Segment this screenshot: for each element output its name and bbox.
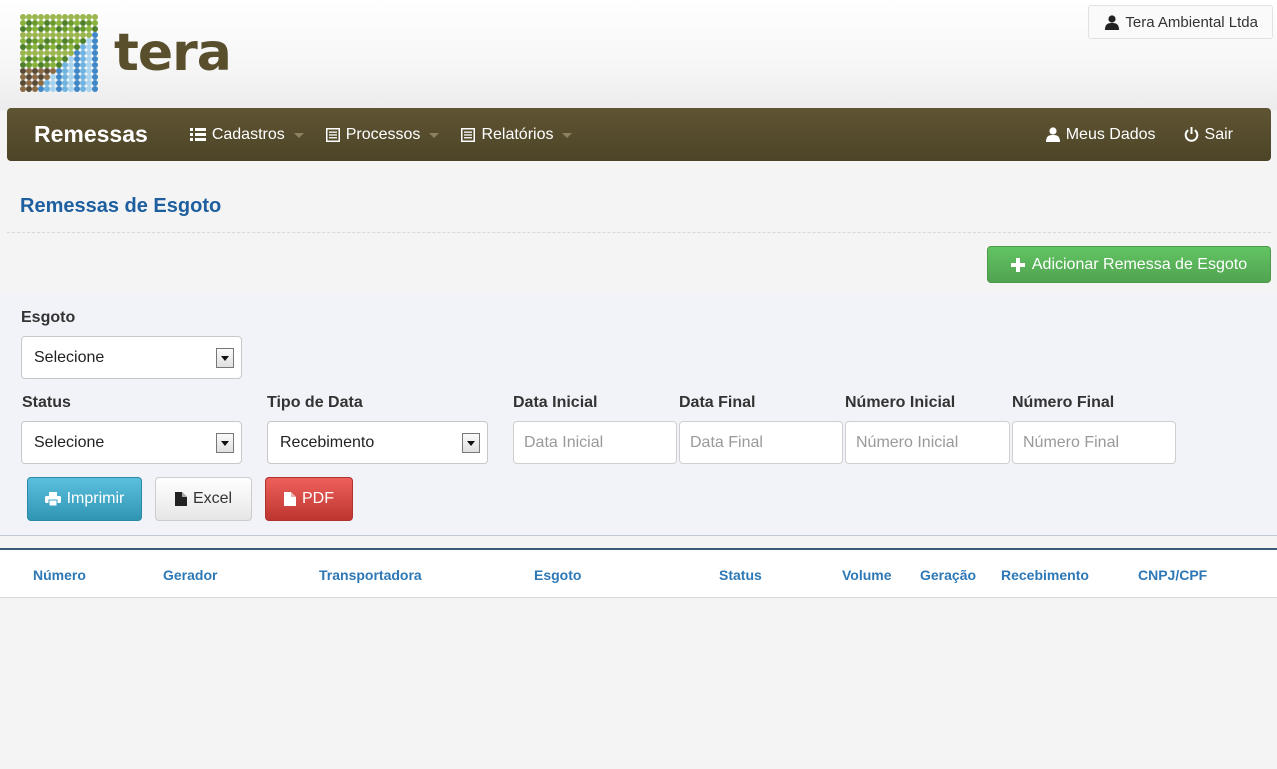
menu-processos[interactable]: Processos bbox=[325, 125, 440, 144]
document-icon bbox=[325, 127, 340, 142]
page-title: Remessas de Esgoto bbox=[20, 195, 222, 217]
tera-logo[interactable]: tera bbox=[20, 14, 232, 92]
power-icon bbox=[1184, 127, 1198, 142]
pdf-label: PDF bbox=[302, 490, 334, 507]
esgoto-select[interactable]: Selecione bbox=[21, 336, 242, 379]
menu-meus-dados-label: Meus Dados bbox=[1065, 125, 1156, 143]
tipo-data-select[interactable]: Recebimento bbox=[267, 421, 488, 464]
column-status[interactable]: Status bbox=[719, 567, 762, 583]
excel-label: Excel bbox=[192, 490, 233, 507]
tipo-data-label: Tipo de Data bbox=[267, 394, 363, 411]
chevron-down-icon bbox=[293, 133, 304, 138]
esgoto-label: Esgoto bbox=[21, 309, 76, 326]
print-label: Imprimir bbox=[66, 490, 125, 507]
user-account[interactable]: Tera Ambiental Ltda bbox=[1088, 5, 1273, 39]
menu-processos-label: Processos bbox=[345, 125, 421, 143]
data-final-input[interactable]: Data Final bbox=[679, 421, 843, 464]
dropdown-arrow-icon bbox=[216, 348, 234, 368]
column-volume[interactable]: Volume bbox=[842, 567, 892, 583]
numero-inicial-label: Número Inicial bbox=[845, 394, 956, 411]
numero-final-label: Número Final bbox=[1012, 394, 1115, 411]
plus-icon bbox=[1010, 257, 1025, 272]
menu-cadastros[interactable]: Cadastros bbox=[189, 125, 304, 144]
printer-icon bbox=[44, 492, 61, 506]
page: tera Tera Ambiental Ltda Remessas Cadast… bbox=[0, 0, 1277, 769]
tipo-data-select-value: Recebimento bbox=[280, 433, 375, 451]
column-esgoto[interactable]: Esgoto bbox=[534, 567, 581, 583]
file-icon bbox=[174, 492, 187, 506]
pdf-button[interactable]: PDF bbox=[265, 477, 353, 521]
chevron-down-icon bbox=[429, 133, 440, 138]
column-geracao[interactable]: Geração bbox=[920, 567, 976, 583]
logo-text: tera bbox=[114, 23, 232, 83]
list-icon bbox=[189, 128, 206, 141]
dropdown-arrow-icon bbox=[216, 433, 234, 453]
data-inicial-label: Data Inicial bbox=[513, 394, 598, 411]
document-icon bbox=[461, 127, 476, 142]
menu-sair[interactable]: Sair bbox=[1184, 126, 1233, 144]
user-name: Tera Ambiental Ltda bbox=[1125, 13, 1258, 31]
excel-button[interactable]: Excel bbox=[155, 477, 252, 521]
column-cnpj-cpf[interactable]: CNPJ/CPF bbox=[1138, 567, 1207, 583]
column-transportadora[interactable]: Transportadora bbox=[319, 567, 422, 583]
navbar-right: Meus Dados Sair bbox=[1018, 126, 1233, 144]
user-icon bbox=[1045, 127, 1060, 142]
status-select[interactable]: Selecione bbox=[21, 421, 242, 464]
esgoto-select-value: Selecione bbox=[34, 348, 105, 366]
column-recebimento[interactable]: Recebimento bbox=[1001, 567, 1089, 583]
column-gerador[interactable]: Gerador bbox=[163, 567, 217, 583]
menu-meus-dados[interactable]: Meus Dados bbox=[1045, 125, 1156, 144]
data-inicial-input[interactable]: Data Inicial bbox=[513, 421, 677, 464]
logo-dot bbox=[92, 86, 98, 92]
add-remessa-button[interactable]: Adicionar Remessa de Esgoto bbox=[987, 246, 1271, 283]
logo-mark bbox=[20, 14, 98, 92]
results-table-header: Número Gerador Transportadora Esgoto Sta… bbox=[0, 548, 1277, 598]
file-icon bbox=[284, 492, 296, 506]
status-select-value: Selecione bbox=[34, 433, 105, 451]
dropdown-arrow-icon bbox=[462, 433, 480, 453]
data-final-label: Data Final bbox=[679, 394, 756, 411]
print-button[interactable]: Imprimir bbox=[27, 477, 142, 521]
status-label: Status bbox=[22, 394, 71, 411]
menu-sair-label: Sair bbox=[1204, 125, 1233, 143]
add-remessa-label: Adicionar Remessa de Esgoto bbox=[1031, 255, 1248, 273]
navbar-brand[interactable]: Remessas bbox=[34, 121, 148, 148]
menu-relatorios[interactable]: Relatórios bbox=[461, 125, 573, 144]
main-navbar: Remessas Cadastros Processos Relatórios … bbox=[7, 108, 1271, 161]
numero-inicial-input[interactable]: Número Inicial bbox=[845, 421, 1010, 464]
menu-cadastros-label: Cadastros bbox=[211, 125, 285, 143]
numero-final-input[interactable]: Número Final bbox=[1012, 421, 1176, 464]
column-numero[interactable]: Número bbox=[33, 567, 86, 583]
menu-relatorios-label: Relatórios bbox=[481, 125, 554, 143]
user-icon bbox=[1105, 14, 1120, 30]
title-divider bbox=[7, 232, 1271, 233]
chevron-down-icon bbox=[562, 133, 573, 138]
